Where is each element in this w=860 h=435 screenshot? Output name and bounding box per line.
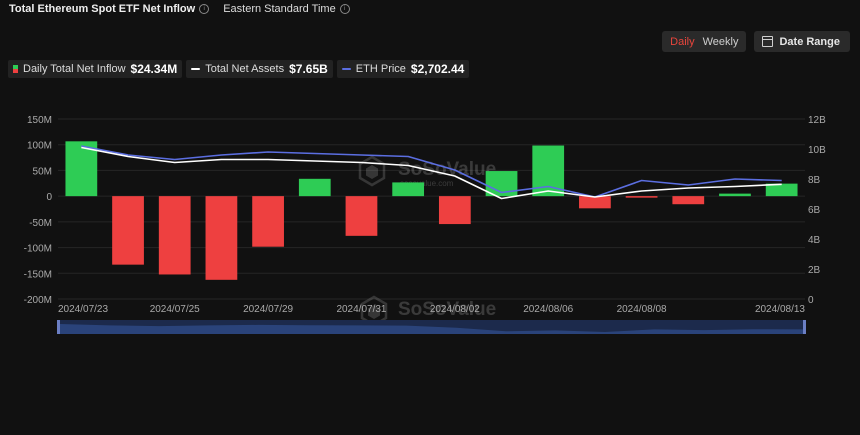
range-navigator[interactable]: [57, 320, 806, 334]
navigator-left-handle: [57, 320, 60, 334]
x-axis-labels: 2024/07/23 2024/07/25 2024/07/29 2024/07/31…: [58, 304, 805, 315]
inflow-bar: [438, 196, 471, 225]
watermarks: SoSoValue sosovalue.com SoSoValue sosova…: [358, 155, 496, 328]
inflow-bar: [298, 178, 331, 197]
navigator-right-handle: [803, 320, 806, 334]
y-tick-label: -100M: [24, 244, 52, 255]
y2-tick-label: 12B: [808, 115, 826, 126]
watermark-brand: SoSoValue: [398, 159, 496, 180]
y2-tick-label: 0: [808, 295, 814, 306]
y2-tick-label: 10B: [808, 145, 826, 156]
chart-canvas: SoSoValue sosovalue.com SoSoValue sosova…: [24, 115, 826, 334]
x-tick-label: 2024/07/29: [243, 304, 293, 315]
y-tick-label: -50M: [29, 218, 52, 229]
inflow-bar: [392, 182, 425, 197]
y-tick-label: -150M: [24, 269, 52, 280]
y2-tick-label: 6B: [808, 205, 821, 216]
inflow-bar: [625, 196, 658, 198]
y2-tick-label: 2B: [808, 265, 821, 276]
y-tick-label: 0: [46, 192, 52, 203]
y-tick-label: -200M: [24, 295, 52, 306]
y2-tick-label: 8B: [808, 175, 821, 186]
x-tick-label: 2024/07/25: [150, 304, 200, 315]
x-tick-label: 2024/07/31: [336, 304, 386, 315]
sosovalue-logo-icon: [358, 155, 386, 187]
x-tick-label: 2024/08/08: [617, 304, 667, 315]
inflow-bar: [252, 196, 284, 247]
x-tick-label: 2024/07/23: [58, 304, 108, 315]
inflow-bar: [158, 196, 191, 275]
inflow-bar: [672, 196, 705, 205]
y-tick-label: 150M: [27, 115, 52, 126]
y-tick-label: 50M: [33, 166, 52, 177]
inflow-bar: [205, 196, 238, 280]
y-tick-label: 100M: [27, 141, 52, 152]
x-tick-label: 2024/08/13: [755, 304, 805, 315]
y2-tick-label: 4B: [808, 235, 821, 246]
right-axis-labels: 12B 10B 8B 6B 4B 2B 0: [808, 115, 826, 306]
inflow-bar: [345, 196, 378, 236]
inflow-bar: [579, 196, 611, 209]
x-tick-label: 2024/08/02: [430, 304, 480, 315]
inflow-bar: [719, 193, 751, 197]
x-tick-label: 2024/08/06: [523, 304, 573, 315]
inflow-bar: [112, 196, 144, 265]
left-axis-labels: 150M 100M 50M 0 -50M -100M -150M -200M: [24, 115, 53, 306]
